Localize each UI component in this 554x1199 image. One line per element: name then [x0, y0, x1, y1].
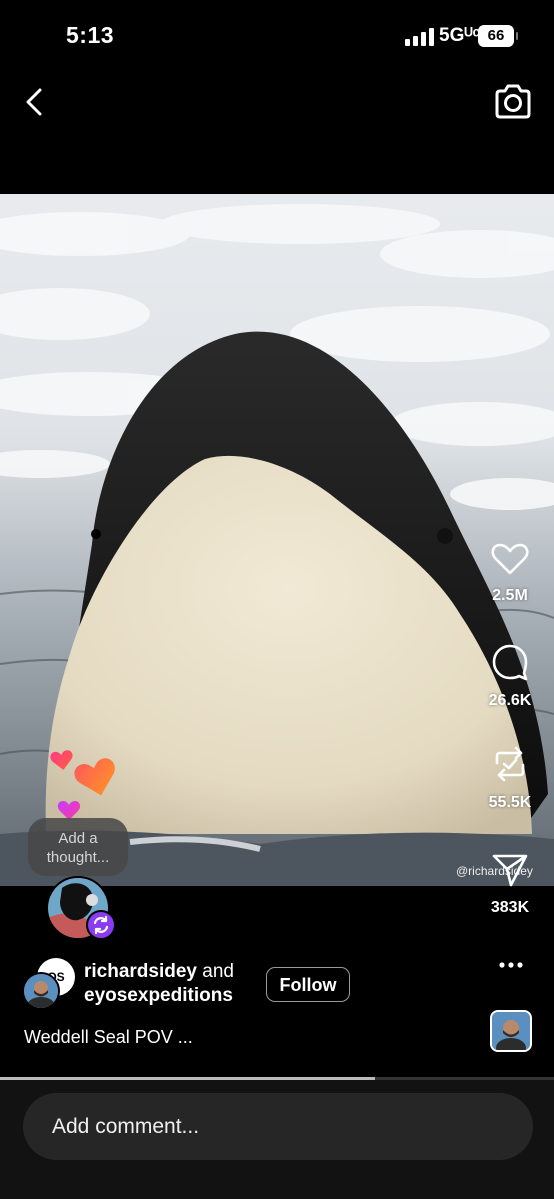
chevron-left-icon	[26, 88, 42, 116]
camera-button[interactable]	[493, 83, 533, 121]
repost-count: 55.5K	[488, 794, 532, 811]
floating-hearts-icon	[50, 750, 115, 820]
cellular-signal-icon	[405, 28, 435, 46]
repost-button[interactable]: 55.5K	[475, 745, 545, 812]
like-button[interactable]: 2.5M	[475, 542, 545, 605]
comment-input[interactable]: Add comment...	[23, 1093, 533, 1160]
author-names[interactable]: richardsidey and eyosexpeditions	[84, 960, 234, 1008]
heart-icon	[491, 543, 529, 575]
comment-button[interactable]: 26.6K	[475, 643, 545, 710]
sync-icon	[93, 915, 109, 935]
add-thought-bubble[interactable]: Add a thought...	[28, 818, 128, 876]
status-bar: 5:13 5Gᵁᶜ 66	[0, 0, 554, 70]
network-type: 5Gᵁᶜ	[439, 25, 480, 46]
like-count: 2.5M	[492, 587, 528, 604]
follow-button[interactable]: Follow	[266, 967, 350, 1002]
back-button[interactable]	[18, 84, 54, 120]
author-name-primary[interactable]: richardsidey	[84, 961, 197, 982]
share-button[interactable]: 383K	[475, 852, 545, 917]
author-conjunction: and	[202, 961, 234, 982]
richardsidey-avatar	[22, 972, 60, 1010]
share-count: 383K	[490, 899, 530, 916]
audio-thumbnail[interactable]	[490, 1010, 532, 1052]
author-name-secondary[interactable]: eyosexpeditions	[84, 985, 233, 1006]
video-watermark: @richardsidey	[456, 864, 533, 878]
repost-badge	[86, 910, 116, 940]
repost-icon	[495, 746, 525, 782]
comment-bar: Add comment...	[0, 1080, 554, 1199]
author-avatars[interactable]: OS	[22, 958, 78, 1014]
camera-icon	[495, 84, 531, 119]
comment-count: 26.6K	[488, 692, 532, 709]
status-time: 5:13	[66, 22, 115, 48]
battery-icon: 66	[478, 25, 518, 47]
person-avatar-icon	[24, 974, 58, 1008]
more-options-button[interactable]	[496, 955, 526, 975]
more-dots-icon	[499, 962, 523, 968]
audio-avatar-icon	[492, 1012, 530, 1050]
post-caption[interactable]: Weddell Seal POV ...	[24, 1027, 193, 1048]
comment-icon	[492, 644, 528, 681]
